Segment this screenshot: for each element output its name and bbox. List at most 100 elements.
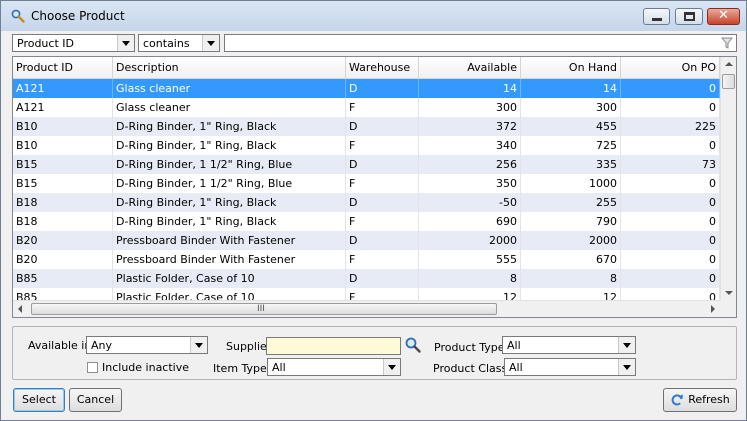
product-class-select[interactable]: All [504,358,636,376]
cell-product-id: B20 [13,250,113,269]
search-icon [11,9,25,23]
refresh-button[interactable]: Refresh [663,388,737,412]
cell-on-hand: 12 [521,288,621,300]
cell-warehouse: D [346,79,419,98]
cell-warehouse: F [346,136,419,155]
item-type-label: Item Type [213,362,267,375]
cell-available: 12 [419,288,521,300]
filter-operator-select[interactable]: contains [138,34,220,52]
cell-description: Pressboard Binder With Fastener [113,250,346,269]
horizontal-scrollbar[interactable]: III [13,300,720,317]
cell-available: -50 [419,193,521,212]
table-row[interactable]: B15 D-Ring Binder, 1 1/2" Ring, Blue D 2… [13,155,720,174]
chevron-down-icon [618,359,635,375]
cell-warehouse: F [346,98,419,117]
cell-available: 8 [419,269,521,288]
cell-warehouse: F [346,288,419,300]
cell-product-id: B10 [13,136,113,155]
cell-description: Pressboard Binder With Fastener [113,231,346,250]
cell-product-id: B85 [13,269,113,288]
maximize-button[interactable] [675,8,703,25]
cell-on-po: 0 [621,231,720,250]
minimize-button[interactable] [643,8,670,25]
cell-product-id: A121 [13,98,113,117]
cell-available: 690 [419,212,521,231]
select-button[interactable]: Select [13,388,65,412]
table-row[interactable]: A121 Glass cleaner D 14 14 0 [13,79,720,98]
scroll-grip: III [257,304,265,314]
product-type-label: Product Type [434,341,505,354]
cell-warehouse: F [346,250,419,269]
vertical-scrollbar[interactable] [720,57,736,300]
cell-on-po: 0 [621,269,720,288]
column-header-available[interactable]: Available [419,57,521,78]
close-icon: ✕ [718,8,729,23]
available-in-value: Any [91,339,113,352]
include-inactive-checkbox[interactable] [87,362,98,373]
table-row[interactable]: B20 Pressboard Binder With Fastener F 55… [13,250,720,269]
chevron-down-icon [618,337,635,353]
cell-warehouse: F [346,212,419,231]
cell-on-hand: 725 [521,136,621,155]
cell-product-id: B20 [13,231,113,250]
column-header-description[interactable]: Description [113,57,346,78]
column-header-on-po[interactable]: On PO [621,57,720,78]
scroll-down-icon[interactable] [725,291,733,295]
search-input[interactable] [224,34,737,52]
cell-product-id: B15 [13,155,113,174]
table-row[interactable]: A121 Glass cleaner F 300 300 0 [13,98,720,117]
filter-operator-value: contains [143,37,190,50]
cancel-button[interactable]: Cancel [69,388,122,412]
product-type-select[interactable]: All [502,336,636,354]
cell-on-po: 0 [621,136,720,155]
table-row[interactable]: B85 Plastic Folder, Case of 10 D 8 8 0 [13,269,720,288]
table-row[interactable]: B20 Pressboard Binder With Fastener D 20… [13,231,720,250]
cell-on-hand: 14 [521,79,621,98]
filter-field-value: Product ID [17,37,74,50]
cell-available: 256 [419,155,521,174]
item-type-select[interactable]: All [267,358,401,376]
cell-on-hand: 670 [521,250,621,269]
funnel-icon[interactable] [721,37,733,49]
scroll-up-icon[interactable] [725,62,733,66]
table-row[interactable]: B15 D-Ring Binder, 1 1/2" Ring, Blue F 3… [13,174,720,193]
minimize-icon [652,18,662,21]
product-grid[interactable]: Product ID Description Warehouse Availab… [12,56,737,318]
cell-product-id: B18 [13,193,113,212]
cell-on-po: 0 [621,174,720,193]
cell-on-po: 73 [621,155,720,174]
cell-on-po: 225 [621,117,720,136]
column-header-on-hand[interactable]: On Hand [521,57,621,78]
horizontal-scroll-thumb[interactable]: III [31,303,497,315]
cell-on-hand: 255 [521,193,621,212]
table-row[interactable]: B18 D-Ring Binder, 1" Ring, Black F 690 … [13,212,720,231]
column-header-warehouse[interactable]: Warehouse [346,57,419,78]
chevron-down-icon [383,359,400,375]
cell-product-id: B15 [13,174,113,193]
close-button[interactable]: ✕ [707,8,740,25]
cell-available: 340 [419,136,521,155]
cell-on-hand: 8 [521,269,621,288]
cell-available: 372 [419,117,521,136]
table-row[interactable]: B10 D-Ring Binder, 1" Ring, Black D 372 … [13,117,720,136]
vertical-scroll-thumb[interactable] [722,74,735,89]
supplier-field[interactable] [266,337,401,355]
cell-available: 14 [419,79,521,98]
cell-on-po: 0 [621,212,720,231]
filter-field-select[interactable]: Product ID [12,34,135,52]
available-in-select[interactable]: Any [86,336,208,354]
table-row[interactable]: B18 D-Ring Binder, 1" Ring, Black D -50 … [13,193,720,212]
table-row[interactable]: B85 Plastic Folder, Case of 10 F 12 12 0 [13,288,720,300]
product-class-label: Product Class [433,362,508,375]
table-row[interactable]: B10 D-Ring Binder, 1" Ring, Black F 340 … [13,136,720,155]
magnifier-icon[interactable] [404,336,422,354]
cell-description: D-Ring Binder, 1" Ring, Black [113,117,346,136]
cell-description: D-Ring Binder, 1" Ring, Black [113,212,346,231]
column-header-product-id[interactable]: Product ID [13,57,113,78]
cell-warehouse: D [346,155,419,174]
cell-on-hand: 455 [521,117,621,136]
scroll-left-icon[interactable] [18,305,22,313]
chevron-down-icon [190,337,207,353]
product-type-value: All [507,339,521,352]
scroll-right-icon[interactable] [711,305,715,313]
